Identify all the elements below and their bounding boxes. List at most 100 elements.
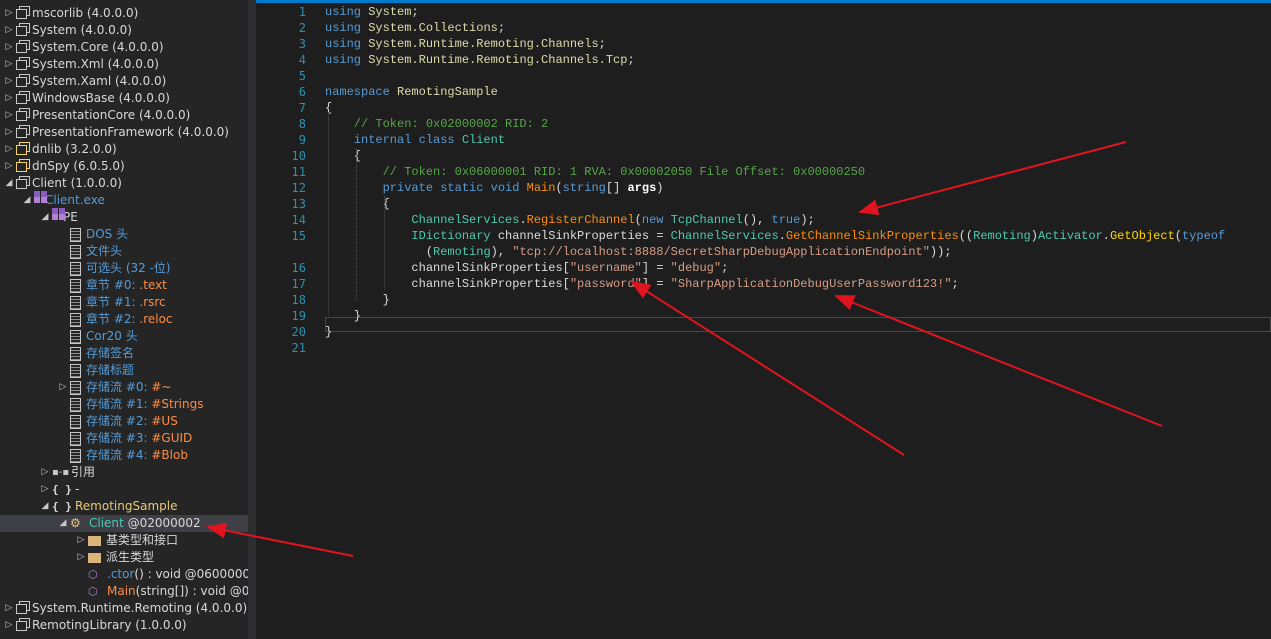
code-line[interactable]: using System.Runtime.Remoting.Channels.T… xyxy=(325,52,635,68)
assembly-icon xyxy=(16,128,27,138)
tree-node[interactable]: ▷ System.Xml (4.0.0.0) xyxy=(0,56,159,73)
tree-node[interactable]: 可选头 (32 -位) xyxy=(0,260,171,277)
code-token: ), xyxy=(490,245,513,259)
code-line[interactable]: namespace RemotingSample xyxy=(325,84,498,100)
code-editor[interactable]: 1 2 3 4 5 6 7 8 9 10 11 12 13 14 15 16 17 18 19 20 21 using S… xyxy=(256,0,1271,639)
tree-node[interactable]: ◢{ } RemotingSample xyxy=(0,498,178,515)
tree-node[interactable]: ▷ 派生类型 xyxy=(0,549,154,566)
collapse-arrow-icon[interactable]: ◢ xyxy=(22,192,32,209)
code-token: RemotingSample xyxy=(397,85,498,99)
tree-node-label: 存储标题 xyxy=(86,363,135,377)
expand-arrow-icon[interactable]: ▷ xyxy=(40,481,50,498)
expand-arrow-icon[interactable]: ▷ xyxy=(4,107,14,124)
tree-node[interactable]: ▷{ } - xyxy=(0,481,80,498)
tree-node-detail: (4.0.0.0) xyxy=(103,57,159,71)
tree-node[interactable]: 存储流 #3: #GUID xyxy=(0,430,192,447)
code-line[interactable]: using System.Runtime.Remoting.Channels; xyxy=(325,36,606,52)
panel-splitter[interactable] xyxy=(248,0,256,639)
code-line[interactable]: ChannelServices.RegisterChannel(new TcpC… xyxy=(325,212,814,228)
code-line[interactable]: using System; xyxy=(325,4,426,20)
expand-arrow-icon[interactable]: ▷ xyxy=(76,532,86,549)
tree-node[interactable]: 存储签名 xyxy=(0,345,134,362)
code-line[interactable]: channelSinkProperties["username"] = "deb… xyxy=(325,260,728,276)
tree-node[interactable]: ◢ Client.exe xyxy=(0,192,105,209)
expand-arrow-icon[interactable]: ▷ xyxy=(4,600,14,617)
code-token: "username" xyxy=(569,261,642,275)
code-line[interactable]: } xyxy=(325,324,332,340)
expand-arrow-icon[interactable]: ▷ xyxy=(4,90,14,107)
tree-node[interactable]: ▷ ▪-▪ 引用 xyxy=(0,464,95,481)
tree-node[interactable]: 存储流 #4: #Blob xyxy=(0,447,188,464)
tree-node-detail: .reloc xyxy=(139,312,173,326)
tree-node[interactable]: ▷ System.Core (4.0.0.0) xyxy=(0,39,164,56)
tree-node[interactable]: 章节 #0: .text xyxy=(0,277,167,294)
expand-arrow-icon[interactable]: ▷ xyxy=(40,464,50,481)
collapse-arrow-icon[interactable]: ◢ xyxy=(4,175,14,192)
tree-node[interactable]: 存储标题 xyxy=(0,362,134,379)
code-line[interactable]: channelSinkProperties["password"] = "Sha… xyxy=(325,276,958,292)
code-token: "SharpApplicationDebugUserPassword123!" xyxy=(670,277,952,291)
expand-arrow-icon[interactable]: ▷ xyxy=(58,379,68,396)
expand-arrow-icon[interactable]: ▷ xyxy=(76,549,86,566)
expand-arrow-icon[interactable]: ▷ xyxy=(4,56,14,73)
expand-arrow-icon[interactable]: ▷ xyxy=(4,141,14,158)
code-line[interactable]: } xyxy=(325,308,361,324)
line-number: 15 xyxy=(291,229,306,243)
expand-arrow-icon[interactable]: ▷ xyxy=(4,73,14,90)
assembly-explorer-tree[interactable]: ▷ mscorlib (4.0.0.0) ▷ System (4.0.0.0) ▷ Sys… xyxy=(0,0,248,639)
expand-arrow-icon[interactable]: ▷ xyxy=(4,124,14,141)
tree-node[interactable]: DOS 头 xyxy=(0,226,128,243)
tree-node[interactable]: ▷ 基类型和接口 xyxy=(0,532,178,549)
code-token: ChannelServices xyxy=(670,229,779,243)
expand-arrow-icon[interactable]: ▷ xyxy=(4,158,14,175)
tree-node-label: PresentationCore xyxy=(32,108,136,122)
expand-arrow-icon[interactable]: ▷ xyxy=(4,39,14,56)
tree-node-label: mscorlib xyxy=(32,6,84,20)
code-line[interactable]: } xyxy=(325,292,390,308)
collapse-arrow-icon[interactable]: ◢ xyxy=(40,498,50,515)
collapse-arrow-icon[interactable]: ◢ xyxy=(58,515,68,532)
tree-node[interactable]: ▷ RemotingLibrary (1.0.0.0) xyxy=(0,617,187,634)
tree-node[interactable]: ▷ PresentationFramework (4.0.0.0) xyxy=(0,124,229,141)
tree-node[interactable]: 存储流 #2: #US xyxy=(0,413,178,430)
collapse-arrow-icon[interactable]: ◢ xyxy=(40,209,50,226)
code-line[interactable]: (Remoting), "tcp://localhost:8888/Secret… xyxy=(325,244,952,260)
tree-node[interactable]: Cor20 头 xyxy=(0,328,138,345)
tree-node[interactable]: 章节 #1: .rsrc xyxy=(0,294,166,311)
code-token: using xyxy=(325,53,369,67)
document-icon xyxy=(70,381,81,395)
code-line[interactable]: // Token: 0x06000001 RID: 1 RVA: 0x00002… xyxy=(325,164,865,180)
tree-node[interactable]: 存储流 #1: #Strings xyxy=(0,396,204,413)
code-line[interactable]: // Token: 0x02000002 RID: 2 xyxy=(325,116,548,132)
tree-node[interactable]: ▷ dnSpy (6.0.5.0) xyxy=(0,158,125,175)
tree-node[interactable]: ▷ System.Runtime.Remoting (4.0.0.0) xyxy=(0,600,248,617)
code-line[interactable]: { xyxy=(325,196,390,212)
tree-node[interactable]: 文件头 xyxy=(0,243,122,260)
tree-node[interactable]: ⬡ .ctor() : void @0600000 xyxy=(0,566,248,583)
code-token: System xyxy=(368,5,412,19)
editor-top-accent xyxy=(256,0,1271,3)
tree-node[interactable]: ⬡ Main(string[]) : void @0 xyxy=(0,583,248,600)
document-icon xyxy=(70,330,81,344)
tree-node[interactable]: ▷ 存储流 #0: #~ xyxy=(0,379,171,396)
tree-node-label: System xyxy=(32,23,77,37)
tree-node[interactable]: ◢ PE xyxy=(0,209,78,226)
tree-node[interactable]: ◢ ⚙ Client @02000002 xyxy=(0,515,248,532)
code-line[interactable]: using System.Collections; xyxy=(325,20,505,36)
tree-node[interactable]: ▷ PresentationCore (4.0.0.0) xyxy=(0,107,191,124)
document-icon xyxy=(70,313,81,327)
tree-node[interactable]: ▷ WindowsBase (4.0.0.0) xyxy=(0,90,170,107)
tree-node[interactable]: ▷ dnlib (3.2.0.0) xyxy=(0,141,117,158)
tree-node[interactable]: ▷ System.Xaml (4.0.0.0) xyxy=(0,73,167,90)
tree-node[interactable]: 章节 #2: .reloc xyxy=(0,311,173,328)
expand-arrow-icon[interactable]: ▷ xyxy=(4,617,14,634)
tree-node[interactable]: ▷ mscorlib (4.0.0.0) xyxy=(0,5,139,22)
code-line[interactable]: private static void Main(string[] args) xyxy=(325,180,664,196)
expand-arrow-icon[interactable]: ▷ xyxy=(4,22,14,39)
line-number: 10 xyxy=(291,149,306,163)
code-line[interactable]: IDictionary channelSinkProperties = Chan… xyxy=(325,228,1225,244)
expand-arrow-icon[interactable]: ▷ xyxy=(4,5,14,22)
code-line[interactable]: internal class Client xyxy=(325,132,505,148)
tree-node[interactable]: ▷ System (4.0.0.0) xyxy=(0,22,132,39)
tree-node[interactable]: ◢ Client (1.0.0.0) xyxy=(0,175,122,192)
